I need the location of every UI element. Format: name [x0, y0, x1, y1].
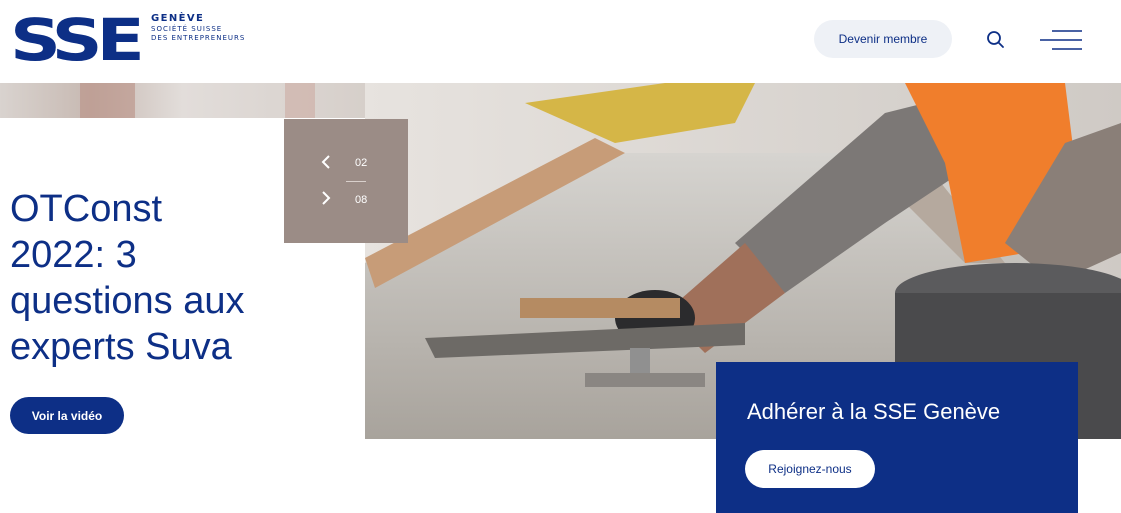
- logo-city: GENÈVE: [151, 13, 205, 24]
- slider-control: 02 08: [284, 119, 408, 243]
- watch-video-button[interactable]: Voir la vidéo: [10, 397, 124, 434]
- slide-current: 02: [355, 157, 368, 169]
- hero-title-line: OTConst: [10, 188, 163, 230]
- hero-photo-strip: [0, 83, 365, 118]
- slide-divider: [346, 181, 366, 182]
- logo-mark[interactable]: SSE: [10, 10, 145, 70]
- logo-org-line2: DES ENTREPRENEURS: [151, 34, 246, 42]
- join-title: Adhérer à la SSE Genève: [747, 399, 1001, 424]
- chevron-right-icon[interactable]: [320, 191, 332, 205]
- join-card: Adhérer à la SSE Genève Rejoignez-nous: [716, 362, 1078, 513]
- become-member-button[interactable]: Devenir membre: [814, 20, 952, 58]
- logo-org-line1: SOCIÉTÉ SUISSE: [151, 25, 223, 33]
- join-button[interactable]: Rejoignez-nous: [745, 450, 875, 488]
- hero-title-line: experts Suva: [10, 326, 232, 368]
- search-icon[interactable]: [985, 29, 1007, 51]
- hero-title: OTConst 2022: 3 questions aux experts Su…: [10, 186, 310, 370]
- slide-total: 08: [355, 194, 368, 206]
- logo-text[interactable]: GENÈVE SOCIÉTÉ SUISSE DES ENTREPRENEURS: [151, 13, 291, 43]
- hero-title-line: questions aux: [10, 280, 245, 322]
- hero-title-line: 2022: 3: [10, 234, 137, 276]
- chevron-left-icon[interactable]: [320, 155, 332, 169]
- site-header: SSE GENÈVE SOCIÉTÉ SUISSE DES ENTREPRENE…: [0, 0, 1121, 83]
- hamburger-menu-icon[interactable]: [1038, 29, 1084, 51]
